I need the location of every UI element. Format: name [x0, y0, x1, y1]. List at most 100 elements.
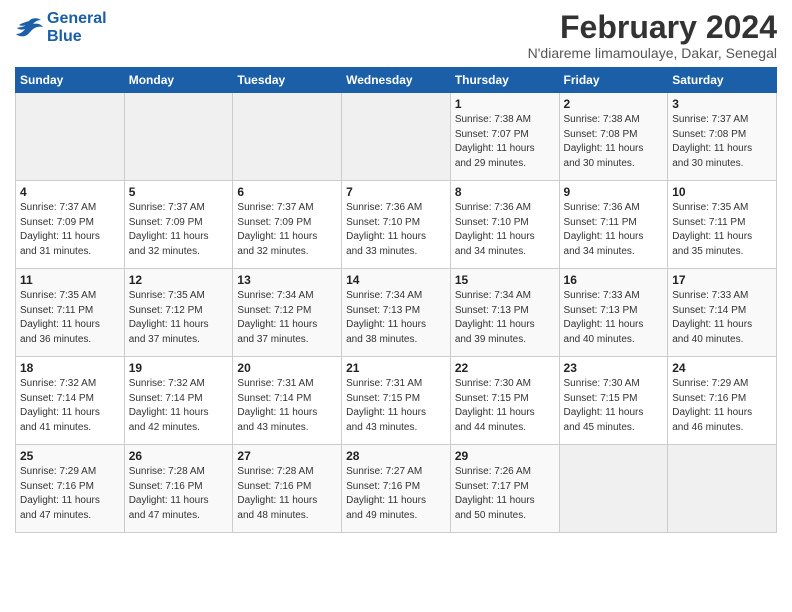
day-number: 5 [129, 185, 229, 199]
day-info: Sunrise: 7:33 AM Sunset: 7:13 PM Dayligh… [564, 289, 664, 347]
week-row-2: 4 Sunrise: 7:37 AM Sunset: 7:09 PM Daylig… [16, 181, 777, 269]
cell-w4-d4: 21 Sunrise: 7:31 AM Sunset: 7:15 PM Dayli… [342, 357, 451, 445]
cell-w2-d1: 4 Sunrise: 7:37 AM Sunset: 7:09 PM Daylig… [16, 181, 125, 269]
day-info: Sunrise: 7:32 AM Sunset: 7:14 PM Dayligh… [20, 377, 120, 435]
day-info: Sunrise: 7:38 AM Sunset: 7:07 PM Dayligh… [455, 113, 555, 171]
cell-w4-d7: 24 Sunrise: 7:29 AM Sunset: 7:16 PM Dayli… [668, 357, 777, 445]
day-number: 10 [672, 185, 772, 199]
col-saturday: Saturday [668, 68, 777, 93]
cell-w5-d1: 25 Sunrise: 7:29 AM Sunset: 7:16 PM Dayli… [16, 445, 125, 533]
cell-w2-d2: 5Sunrise: 7:37 AM Sunset: 7:09 PM Daylig… [124, 181, 233, 269]
col-wednesday: Wednesday [342, 68, 451, 93]
title-block: February 2024 N'diareme limamoulaye, Dak… [528, 10, 777, 61]
day-number: 29 [455, 449, 555, 463]
cell-w4-d1: 18 Sunrise: 7:32 AM Sunset: 7:14 PM Dayli… [16, 357, 125, 445]
cell-w2-d4: 7 Sunrise: 7:36 AM Sunset: 7:10 PM Daylig… [342, 181, 451, 269]
day-number: 25 [20, 449, 120, 463]
day-info: Sunrise: 7:36 AM Sunset: 7:10 PM Dayligh… [346, 201, 446, 259]
day-number: 21 [346, 361, 446, 375]
day-info: Sunrise: 7:28 AM Sunset: 7:16 PM Dayligh… [129, 465, 229, 523]
day-number: 19 [129, 361, 229, 375]
day-number: 23 [564, 361, 664, 375]
day-info: Sunrise: 7:30 AM Sunset: 7:15 PM Dayligh… [455, 377, 555, 435]
cell-w4-d3: 20Sunrise: 7:31 AM Sunset: 7:14 PM Dayli… [233, 357, 342, 445]
day-info: Sunrise: 7:31 AM Sunset: 7:15 PM Dayligh… [346, 377, 446, 435]
col-monday: Monday [124, 68, 233, 93]
cell-w5-d3: 27Sunrise: 7:28 AM Sunset: 7:16 PM Dayli… [233, 445, 342, 533]
day-info: Sunrise: 7:26 AM Sunset: 7:17 PM Dayligh… [455, 465, 555, 523]
col-tuesday: Tuesday [233, 68, 342, 93]
day-info: Sunrise: 7:36 AM Sunset: 7:11 PM Dayligh… [564, 201, 664, 259]
header: General Blue February 2024 N'diareme lim… [15, 10, 777, 61]
cell-w4-d6: 23 Sunrise: 7:30 AM Sunset: 7:15 PM Dayli… [559, 357, 668, 445]
day-number: 24 [672, 361, 772, 375]
cell-w5-d4: 28Sunrise: 7:27 AM Sunset: 7:16 PM Dayli… [342, 445, 451, 533]
logo-text: General Blue [47, 10, 107, 45]
logo-bird-icon [15, 17, 43, 39]
day-number: 7 [346, 185, 446, 199]
cell-w5-d7 [668, 445, 777, 533]
day-number: 14 [346, 273, 446, 287]
header-row: Sunday Monday Tuesday Wednesday Thursday… [16, 68, 777, 93]
day-info: Sunrise: 7:35 AM Sunset: 7:11 PM Dayligh… [672, 201, 772, 259]
calendar-header: Sunday Monday Tuesday Wednesday Thursday… [16, 68, 777, 93]
day-info: Sunrise: 7:34 AM Sunset: 7:12 PM Dayligh… [237, 289, 337, 347]
day-info: Sunrise: 7:34 AM Sunset: 7:13 PM Dayligh… [455, 289, 555, 347]
cell-w3-d7: 17Sunrise: 7:33 AM Sunset: 7:14 PM Dayli… [668, 269, 777, 357]
day-number: 11 [20, 273, 120, 287]
calendar-title: February 2024 [528, 10, 777, 45]
day-info: Sunrise: 7:28 AM Sunset: 7:16 PM Dayligh… [237, 465, 337, 523]
cell-w5-d2: 26Sunrise: 7:28 AM Sunset: 7:16 PM Dayli… [124, 445, 233, 533]
cell-w5-d6 [559, 445, 668, 533]
cell-w3-d3: 13 Sunrise: 7:34 AM Sunset: 7:12 PM Dayli… [233, 269, 342, 357]
calendar-body: 1 Sunrise: 7:38 AM Sunset: 7:07 PM Daylig… [16, 93, 777, 533]
day-number: 15 [455, 273, 555, 287]
day-number: 22 [455, 361, 555, 375]
day-info: Sunrise: 7:36 AM Sunset: 7:10 PM Dayligh… [455, 201, 555, 259]
cell-w2-d3: 6 Sunrise: 7:37 AM Sunset: 7:09 PM Daylig… [233, 181, 342, 269]
day-info: Sunrise: 7:29 AM Sunset: 7:16 PM Dayligh… [20, 465, 120, 523]
calendar-subtitle: N'diareme limamoulaye, Dakar, Senegal [528, 45, 777, 61]
day-number: 8 [455, 185, 555, 199]
week-row-5: 25 Sunrise: 7:29 AM Sunset: 7:16 PM Dayli… [16, 445, 777, 533]
cell-w3-d4: 14 Sunrise: 7:34 AM Sunset: 7:13 PM Dayli… [342, 269, 451, 357]
day-number: 18 [20, 361, 120, 375]
day-info: Sunrise: 7:30 AM Sunset: 7:15 PM Dayligh… [564, 377, 664, 435]
cell-w1-d3 [233, 93, 342, 181]
day-number: 4 [20, 185, 120, 199]
cell-w4-d5: 22 Sunrise: 7:30 AM Sunset: 7:15 PM Dayli… [450, 357, 559, 445]
day-info: Sunrise: 7:38 AM Sunset: 7:08 PM Dayligh… [564, 113, 664, 171]
cell-w3-d1: 11 Sunrise: 7:35 AM Sunset: 7:11 PM Dayli… [16, 269, 125, 357]
col-friday: Friday [559, 68, 668, 93]
cell-w2-d7: 10 Sunrise: 7:35 AM Sunset: 7:11 PM Dayli… [668, 181, 777, 269]
day-number: 17 [672, 273, 772, 287]
cell-w2-d5: 8 Sunrise: 7:36 AM Sunset: 7:10 PM Daylig… [450, 181, 559, 269]
day-number: 1 [455, 97, 555, 111]
day-info: Sunrise: 7:29 AM Sunset: 7:16 PM Dayligh… [672, 377, 772, 435]
cell-w3-d6: 16Sunrise: 7:33 AM Sunset: 7:13 PM Dayli… [559, 269, 668, 357]
cell-w5-d5: 29 Sunrise: 7:26 AM Sunset: 7:17 PM Dayli… [450, 445, 559, 533]
week-row-4: 18 Sunrise: 7:32 AM Sunset: 7:14 PM Dayli… [16, 357, 777, 445]
day-number: 6 [237, 185, 337, 199]
day-number: 28 [346, 449, 446, 463]
day-number: 20 [237, 361, 337, 375]
day-number: 13 [237, 273, 337, 287]
cell-w3-d2: 12Sunrise: 7:35 AM Sunset: 7:12 PM Dayli… [124, 269, 233, 357]
day-info: Sunrise: 7:35 AM Sunset: 7:12 PM Dayligh… [129, 289, 229, 347]
calendar-table: Sunday Monday Tuesday Wednesday Thursday… [15, 67, 777, 533]
day-info: Sunrise: 7:35 AM Sunset: 7:11 PM Dayligh… [20, 289, 120, 347]
cell-w2-d6: 9Sunrise: 7:36 AM Sunset: 7:11 PM Daylig… [559, 181, 668, 269]
logo: General Blue [15, 10, 107, 45]
day-info: Sunrise: 7:37 AM Sunset: 7:09 PM Dayligh… [20, 201, 120, 259]
cell-w1-d6: 2Sunrise: 7:38 AM Sunset: 7:08 PM Daylig… [559, 93, 668, 181]
day-info: Sunrise: 7:37 AM Sunset: 7:09 PM Dayligh… [237, 201, 337, 259]
cell-w3-d5: 15 Sunrise: 7:34 AM Sunset: 7:13 PM Dayli… [450, 269, 559, 357]
week-row-3: 11 Sunrise: 7:35 AM Sunset: 7:11 PM Dayli… [16, 269, 777, 357]
day-info: Sunrise: 7:34 AM Sunset: 7:13 PM Dayligh… [346, 289, 446, 347]
col-sunday: Sunday [16, 68, 125, 93]
day-info: Sunrise: 7:32 AM Sunset: 7:14 PM Dayligh… [129, 377, 229, 435]
col-thursday: Thursday [450, 68, 559, 93]
cell-w1-d4 [342, 93, 451, 181]
cell-w1-d5: 1 Sunrise: 7:38 AM Sunset: 7:07 PM Daylig… [450, 93, 559, 181]
week-row-1: 1 Sunrise: 7:38 AM Sunset: 7:07 PM Daylig… [16, 93, 777, 181]
